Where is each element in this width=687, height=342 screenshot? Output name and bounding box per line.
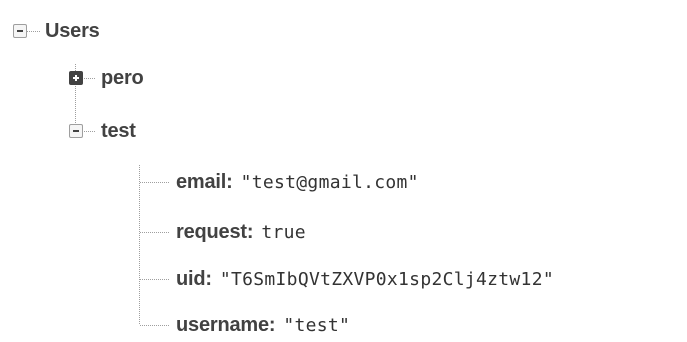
tree-node-pero[interactable]: pero [69, 63, 144, 93]
node-key-label[interactable]: pero [101, 67, 144, 90]
leaf-key-label: username: [176, 313, 276, 336]
leaf-key-label: request: [176, 220, 254, 243]
tree-leaf-uid[interactable]: uid: "T6SmIbQVtZXVP0x1sp2Clj4ztw12" [176, 264, 554, 294]
tree-leaf-email[interactable]: email: "test@gmail.com" [176, 167, 419, 197]
minus-icon [73, 130, 79, 132]
leaf-value[interactable]: "test" [283, 315, 350, 336]
leaf-value[interactable]: "test@gmail.com" [241, 172, 419, 193]
plus-icon [73, 75, 79, 81]
collapse-toggle-icon[interactable] [13, 24, 27, 38]
database-tree: Users pero test email: "test@gmail.com" … [0, 0, 687, 342]
leaf-value[interactable]: true [261, 222, 306, 243]
leaf-key-label: email: [176, 170, 233, 193]
tree-node-users[interactable]: Users [13, 16, 100, 46]
minus-icon [17, 30, 23, 32]
node-key-label[interactable]: Users [45, 20, 100, 43]
node-key-label[interactable]: test [101, 120, 136, 143]
leaf-key-label: uid: [176, 267, 212, 290]
tree-leaf-username[interactable]: username: "test" [176, 310, 350, 340]
collapse-toggle-icon[interactable] [69, 124, 83, 138]
tree-leaf-request[interactable]: request: true [176, 217, 306, 247]
leaf-value[interactable]: "T6SmIbQVtZXVP0x1sp2Clj4ztw12" [220, 269, 554, 290]
expand-toggle-icon[interactable] [69, 71, 83, 85]
tree-node-test[interactable]: test [69, 116, 136, 146]
